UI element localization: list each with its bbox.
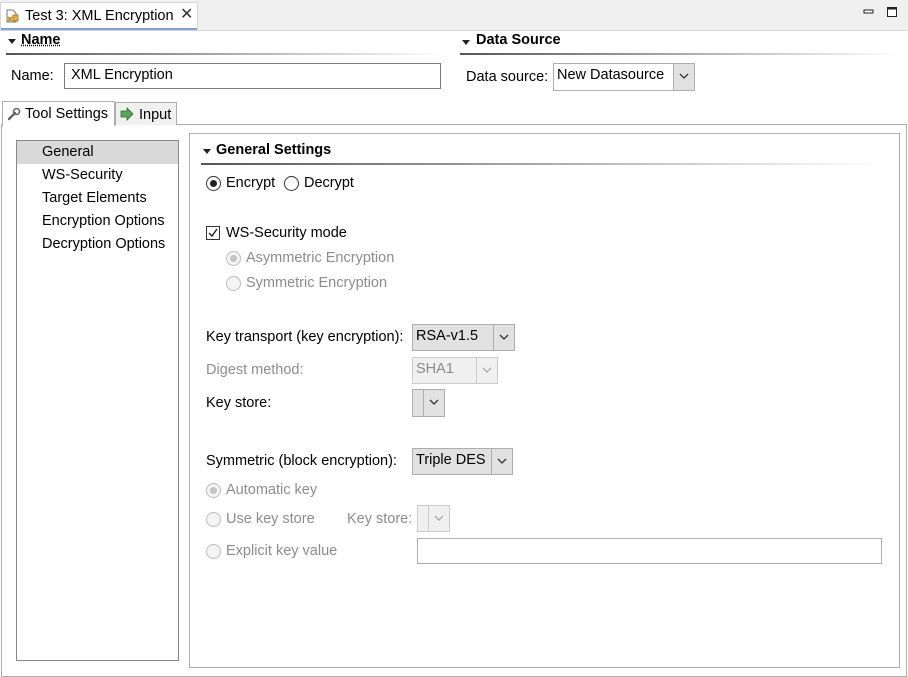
key-store-label: Key store:: [206, 395, 272, 411]
digest-method-label: Digest method:: [206, 362, 304, 378]
use-key-store-radio[interactable]: [206, 512, 221, 527]
maximize-icon[interactable]: [885, 5, 899, 19]
key-transport-value: RSA-v1.5: [416, 328, 479, 344]
chevron-down-icon[interactable]: [673, 64, 694, 90]
tab-input[interactable]: Input: [115, 102, 177, 125]
nav-item-ws-security[interactable]: WS-Security: [17, 164, 178, 187]
encrypt-radio[interactable]: [206, 176, 221, 191]
input-arrow-icon: [120, 107, 134, 125]
symmetric-block-value: Triple DES: [416, 452, 486, 468]
automatic-key-label: Automatic key: [226, 482, 318, 498]
nav-item-label: Decryption Options: [42, 236, 166, 252]
nav-item-decryption-options[interactable]: Decryption Options: [17, 233, 178, 256]
datasource-value: New Datasource: [557, 67, 665, 83]
digest-method-select[interactable]: SHA1: [412, 357, 498, 384]
nav-item-encryption-options[interactable]: Encryption Options: [17, 210, 178, 233]
general-settings-panel: [189, 133, 900, 668]
collapse-triangle-icon[interactable]: [8, 39, 16, 44]
key-store-2-select[interactable]: [417, 505, 450, 532]
symmetric-encryption-label: Symmetric Encryption: [246, 275, 388, 291]
editor-tab[interactable]: Test 3: XML Encryption ✕: [0, 2, 198, 30]
key-store-select[interactable]: [412, 389, 445, 417]
name-section-rule: [6, 53, 444, 55]
symmetric-encryption-radio[interactable]: [226, 276, 241, 291]
nav-item-general[interactable]: General: [17, 141, 178, 164]
datasource-section-header[interactable]: Data Source: [476, 32, 561, 48]
general-settings-rule: [201, 163, 881, 165]
key-transport-label: Key transport (key encryption):: [206, 329, 404, 345]
datasource-select[interactable]: New Datasource: [553, 63, 695, 91]
encrypt-label: Encrypt: [226, 175, 276, 191]
name-input[interactable]: XML Encryption: [64, 63, 441, 89]
tab-input-label: Input: [139, 107, 172, 123]
decrypt-radio[interactable]: [284, 176, 299, 191]
general-settings-header[interactable]: General Settings: [216, 142, 331, 158]
nav-item-label: WS-Security: [42, 167, 123, 183]
collapse-triangle-icon[interactable]: [203, 149, 211, 154]
asymmetric-encryption-radio[interactable]: [226, 251, 241, 266]
key-transport-select[interactable]: RSA-v1.5: [412, 324, 515, 351]
nav-item-label: Target Elements: [42, 190, 147, 206]
key-store-2-label: Key store:: [347, 511, 413, 527]
datasource-section-rule: [460, 53, 900, 55]
chevron-down-icon[interactable]: [423, 390, 444, 416]
asymmetric-encryption-label: Asymmetric Encryption: [246, 250, 395, 266]
tab-tool-settings-label: Tool Settings: [25, 106, 109, 122]
decrypt-label: Decrypt: [304, 175, 354, 191]
use-key-store-label: Use key store: [226, 511, 315, 527]
name-section-header[interactable]: Name: [21, 32, 61, 48]
minimize-icon[interactable]: [862, 5, 876, 19]
chevron-down-icon: [476, 358, 497, 383]
symmetric-block-select[interactable]: Triple DES: [412, 448, 513, 475]
ws-security-mode-checkbox[interactable]: [206, 226, 220, 240]
wrench-icon: [7, 107, 21, 125]
tab-tool-settings[interactable]: Tool Settings: [2, 101, 115, 126]
datasource-label: Data source:: [466, 69, 549, 85]
symmetric-block-label: Symmetric (block encryption):: [206, 453, 397, 469]
digest-method-value: SHA1: [416, 361, 454, 377]
nav-item-label: General: [42, 144, 94, 160]
explicit-key-input[interactable]: [417, 538, 882, 564]
close-icon[interactable]: ✕: [180, 7, 193, 23]
nav-item-label: Encryption Options: [42, 213, 165, 229]
editor-tab-title: Test 3: XML Encryption: [25, 8, 174, 24]
explicit-key-radio[interactable]: [206, 544, 221, 559]
ws-security-mode-label: WS-Security mode: [226, 225, 347, 241]
xml-file-icon: [5, 9, 19, 23]
explicit-key-label: Explicit key value: [226, 543, 338, 559]
chevron-down-icon[interactable]: [491, 449, 512, 474]
collapse-triangle-icon[interactable]: [462, 40, 470, 45]
automatic-key-radio[interactable]: [206, 483, 221, 498]
active-tab-indicator: [1, 28, 197, 30]
chevron-down-icon[interactable]: [493, 325, 514, 350]
name-label: Name:: [11, 68, 54, 84]
chevron-down-icon: [428, 506, 449, 531]
nav-item-target-elements[interactable]: Target Elements: [17, 187, 178, 210]
